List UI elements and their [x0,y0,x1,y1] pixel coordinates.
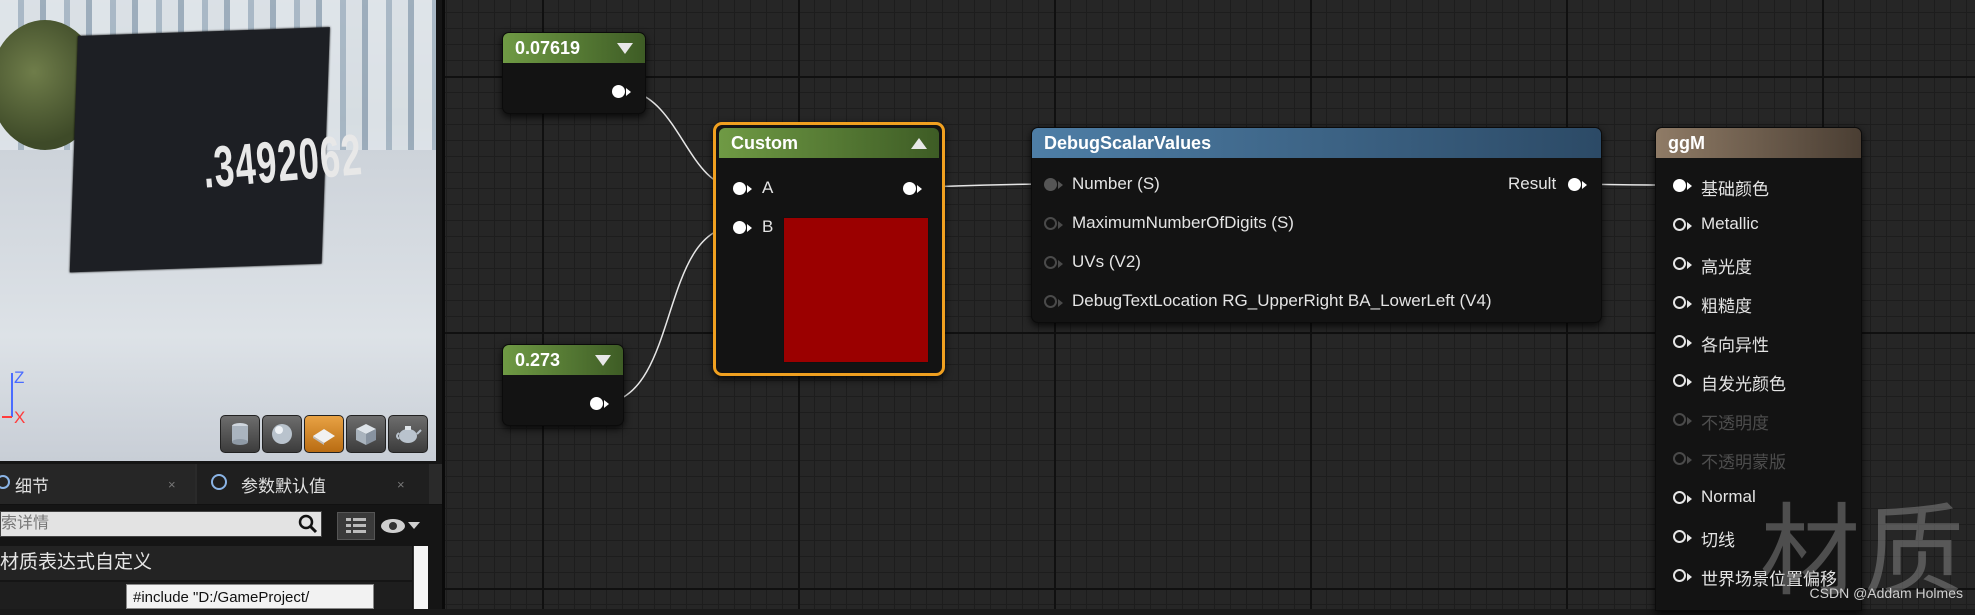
preview-mesh-toolbar [220,415,428,453]
constant-node-1-output-pin[interactable] [612,85,631,98]
debug-number-text: .3492062 [200,122,366,201]
tab-params-close-icon[interactable]: × [397,477,405,492]
constant-node-2-output-pin[interactable] [590,397,609,410]
material-input-pin-base-color[interactable] [1673,179,1692,192]
material-input-label: 各向异性 [1701,336,1769,355]
custom-input-pin-a[interactable] [733,182,752,195]
preview-teapot-button[interactable] [388,415,428,453]
material-input-pin-normal[interactable] [1673,491,1692,504]
credit-watermark: CSDN @Addam Holmes [1809,585,1963,601]
custom-preview-swatch [783,217,929,363]
constant-node-1[interactable]: 0.07619 [502,32,646,114]
debug-output-pin-result[interactable] [1568,178,1587,191]
preview-viewport[interactable]: .3492062 Z X [0,0,436,461]
debug-input-pin-text-location[interactable] [1044,295,1063,308]
constant-node-2-value: 0.273 [515,350,561,370]
debug-input-label-number: Number (S) [1072,174,1160,193]
left-panel: .3492062 Z X 细节 × 参数默认值 × 索详情 材质表达式自定义 #… [0,0,442,609]
axis-z-label: Z [14,368,25,387]
material-node-title: ggM [1668,133,1705,153]
grid-list-icon [346,518,366,534]
magnifier-icon [211,474,227,490]
custom-node-header[interactable]: Custom [719,128,939,158]
view-options-button[interactable] [337,512,375,540]
tab-params-label: 参数默认值 [241,476,326,496]
magnifier-icon [0,475,10,489]
material-input-pin-opacity-mask [1673,452,1692,465]
cylinder-icon [232,423,248,445]
eye-icon [381,519,405,533]
axis-x-label: X [14,408,26,427]
code-input-field[interactable]: #include "D:/GameProject/ [126,584,374,609]
material-input-pin-opacity [1673,413,1692,426]
custom-output-pin[interactable] [903,182,922,195]
preview-sphere-button[interactable] [262,415,302,453]
debug-scalar-values-node[interactable]: DebugScalarValues Number (S) MaximumNumb… [1031,127,1602,323]
debug-output-label-result: Result [1508,174,1557,193]
details-search-input[interactable]: 索详情 [0,511,322,537]
collapse-toggle-icon[interactable] [595,355,611,366]
debug-input-pin-uvs[interactable] [1044,256,1063,269]
debug-input-label-max-digits: MaximumNumberOfDigits (S) [1072,213,1294,232]
material-input-label: Metallic [1701,214,1759,233]
tab-details-close-icon[interactable]: × [168,477,176,492]
material-input-pin-roughness[interactable] [1673,296,1692,309]
details-search-row: 索详情 [0,508,442,542]
debug-input-pin-max-digits[interactable] [1044,217,1063,230]
material-input-pin-emissive[interactable] [1673,374,1692,387]
constant-node-1-value: 0.07619 [515,38,581,58]
material-input-label: 基础颜色 [1701,180,1769,199]
search-icon[interactable] [298,514,318,534]
custom-input-pin-b[interactable] [733,221,752,234]
code-property-row: #include "D:/GameProject/ [0,582,412,609]
material-input-pin-world-position-offset[interactable] [1673,569,1692,582]
teapot-icon [396,426,422,443]
collapse-toggle-icon[interactable] [911,138,927,149]
panel-tab-bar: 细节 × 参数默认值 × [0,464,442,505]
preview-cylinder-button[interactable] [220,415,260,453]
debug-input-label-text-location: DebugTextLocation RG_UpperRight BA_Lower… [1072,291,1492,310]
material-input-label: 不透明度 [1701,414,1769,433]
debug-node-header[interactable]: DebugScalarValues [1032,128,1601,158]
custom-input-label-b: B [762,217,774,236]
material-input-pin-specular[interactable] [1673,257,1692,270]
constant-node-1-header[interactable]: 0.07619 [503,33,645,63]
preview-plane-button[interactable] [304,415,344,453]
chevron-down-icon [408,522,420,529]
constant-node-2-header[interactable]: 0.273 [503,345,623,375]
debug-input-label-uvs: UVs (V2) [1072,252,1141,271]
material-input-pin-metallic[interactable] [1673,218,1692,231]
custom-node-title: Custom [731,133,798,153]
material-input-label: 切线 [1701,531,1735,550]
material-input-label: Normal [1701,487,1756,506]
visibility-dropdown[interactable] [380,512,430,540]
material-input-label: 高光度 [1701,258,1752,277]
tab-details[interactable]: 细节 × [0,464,195,504]
debug-node-title: DebugScalarValues [1044,133,1212,153]
collapse-toggle-icon[interactable] [617,43,633,54]
tab-details-label: 细节 [15,476,49,496]
preview-cube-button[interactable] [346,415,386,453]
sphere-icon [272,424,292,444]
material-input-label: 粗糙度 [1701,297,1752,316]
details-scrollbar[interactable] [413,546,428,609]
material-node-header[interactable]: ggM [1656,128,1861,158]
plane-icon [313,429,335,445]
custom-node[interactable]: Custom A B [713,122,945,376]
constant-node-2[interactable]: 0.273 [502,344,624,426]
tab-parameter-defaults[interactable]: 参数默认值 × [197,464,429,504]
cube-icon [356,424,376,445]
material-input-pin-anisotropy[interactable] [1673,335,1692,348]
custom-input-label-a: A [762,178,774,197]
debug-input-pin-number[interactable] [1044,178,1063,191]
material-input-pin-tangent[interactable] [1673,530,1692,543]
material-input-label: 自发光颜色 [1701,375,1786,394]
section-header-custom-expression[interactable]: 材质表达式自定义 [0,546,412,580]
